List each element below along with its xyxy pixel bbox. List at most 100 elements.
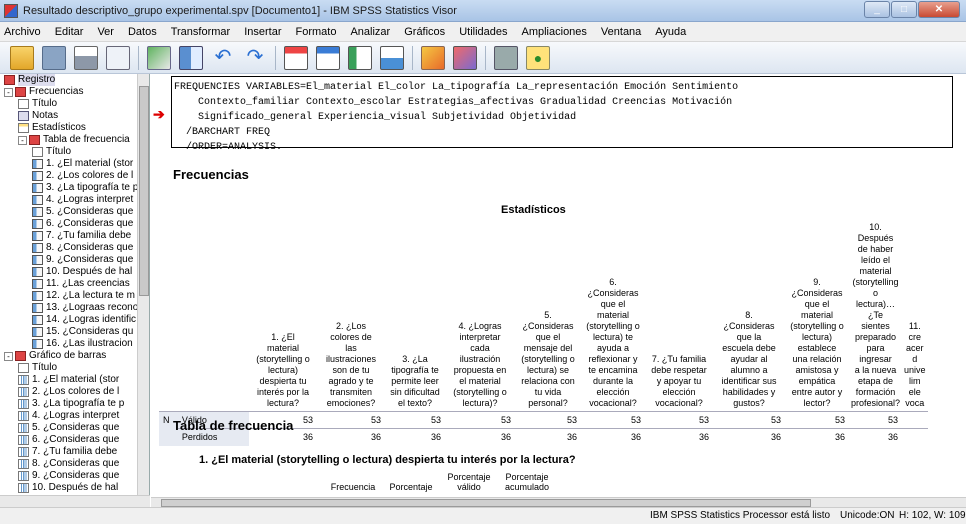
table-cell: 36 [645, 428, 713, 446]
collapse-toggle-icon[interactable]: - [4, 351, 13, 361]
print-icon[interactable] [74, 45, 98, 70]
designate-window-icon[interactable]: ● [526, 45, 550, 70]
outline-item[interactable]: 5. ¿Consideras que [18, 422, 119, 434]
outline-item-label: 6. ¿Consideras que [32, 434, 120, 445]
outline-item[interactable]: 4. ¿Logras interpret [18, 410, 119, 422]
table-cell [902, 411, 928, 429]
redo-icon[interactable]: ↷ [243, 46, 267, 70]
frequency-table-icon [32, 207, 43, 217]
toolbar-separator [138, 45, 139, 70]
outline-item[interactable]: 2. ¿Los colores de l [32, 170, 133, 182]
menu-archivo[interactable]: Archivo [4, 26, 41, 38]
outline-item-label: 14. ¿Logras identific [46, 314, 137, 325]
outline-item[interactable]: 14. ¿Logras identific [32, 314, 136, 326]
outline-item[interactable]: Título [18, 98, 57, 110]
outline-item[interactable]: 11. ¿Las creencias [32, 278, 130, 290]
menu-formato[interactable]: Formato [296, 26, 337, 38]
split-file-icon[interactable] [348, 45, 372, 70]
menu-datos[interactable]: Datos [128, 26, 157, 38]
frequency-table-icon [32, 171, 43, 181]
open-folder-icon[interactable] [10, 45, 34, 70]
statistics-table[interactable]: 1. ¿El material (storytelling o lectura)… [159, 222, 928, 446]
title-icon [18, 363, 29, 373]
undo-icon[interactable]: ↶ [211, 46, 235, 70]
outline-item[interactable]: 10. Después de hal [18, 482, 118, 494]
outline-item[interactable]: 3. ¿La tipografía te p [32, 182, 138, 194]
minimize-button[interactable]: _ [864, 1, 890, 18]
outline-item[interactable]: Notas [18, 110, 58, 122]
goto-data-icon[interactable] [179, 45, 203, 70]
collapse-toggle-icon[interactable]: - [4, 87, 13, 97]
outline-item[interactable]: 8. ¿Consideras que [18, 458, 119, 470]
bar-chart-icon [18, 483, 29, 493]
outline-item[interactable]: - Tabla de frecuencia [18, 134, 130, 146]
select-cases-icon[interactable] [380, 45, 404, 70]
outline-item[interactable]: 9. ¿Consideras que [32, 254, 133, 266]
menu-ampliaciones[interactable]: Ampliaciones [522, 26, 587, 38]
outline-vertical-scrollbar[interactable] [137, 74, 149, 495]
outline-item[interactable]: 3. ¿La tipografía te p [18, 398, 124, 410]
outline-pane: Registro - Frecuencias Título Notas Estadísti… [0, 74, 150, 507]
dimensions-status: H: 102, W: 1097 p [899, 510, 966, 521]
outline-item[interactable]: 2. ¿Los colores de l [18, 386, 119, 398]
outline-item[interactable]: 7. ¿Tu familia debe [18, 446, 117, 458]
syntax-log-box[interactable]: FREQUENCIES VARIABLES=El_material El_col… [171, 76, 953, 153]
save-icon[interactable] [42, 45, 66, 70]
menu-ayuda[interactable]: Ayuda [655, 26, 686, 38]
menu-insertar[interactable]: Insertar [244, 26, 281, 38]
variables-icon[interactable] [316, 45, 340, 70]
scrollbar-thumb[interactable] [161, 499, 811, 507]
menu-ver[interactable]: Ver [97, 26, 114, 38]
maximize-button[interactable]: □ [891, 1, 917, 18]
outline-item[interactable]: 8. ¿Consideras que [32, 242, 133, 254]
toolbar: ↶ ↷ ● [0, 42, 966, 74]
show-all-icon[interactable] [453, 45, 477, 70]
outline-item[interactable]: 7. ¿Tu familia debe [32, 230, 131, 242]
menu-ventana[interactable]: Ventana [601, 26, 641, 38]
menu-graficos[interactable]: Gráficos [404, 26, 445, 38]
outline-item[interactable]: 13. ¿Lograas recono [32, 302, 138, 314]
outline-item[interactable]: 16. ¿Las ilustracion [32, 338, 133, 350]
syntax-line: FREQUENCIES VARIABLES=El_material El_col… [174, 82, 739, 93]
outline-item[interactable]: 6. ¿Consideras que [18, 434, 119, 446]
menu-transformar[interactable]: Transformar [171, 26, 231, 38]
outline-item-label: 4. ¿Logras interpret [46, 194, 134, 205]
menu-analizar[interactable]: Analizar [350, 26, 390, 38]
output-horizontal-scrollbar[interactable] [151, 497, 966, 507]
collapse-toggle-icon[interactable]: - [18, 135, 27, 145]
outline-item[interactable]: Estadísticos [18, 122, 86, 134]
goto-case-icon[interactable] [284, 45, 308, 70]
print-preview-icon[interactable] [106, 45, 130, 70]
outline-item[interactable]: - Frecuencias [4, 86, 83, 98]
outline-item[interactable]: 9. ¿Consideras que [18, 470, 119, 482]
pivot-icon[interactable] [421, 45, 445, 70]
menu-utilidades[interactable]: Utilidades [459, 26, 507, 38]
syntax-line: /ORDER=ANALYSIS. [174, 142, 283, 153]
outline-item[interactable]: Registro [4, 74, 56, 86]
frequency-table-icon [32, 267, 43, 277]
outline-item[interactable]: 1. ¿El material (stor [32, 158, 133, 170]
designate-window-icon[interactable] [494, 45, 518, 70]
outline-item[interactable]: 12. ¿La lectura te m [32, 290, 135, 302]
frequency-column-header: Frecuencia [330, 482, 376, 492]
close-button[interactable]: ✕ [918, 1, 960, 18]
outline-horizontal-scrollbar[interactable] [0, 495, 150, 507]
column-header: 7. ¿Tu familia debe respetar y apoyar tu… [651, 354, 707, 408]
table-cell: 36 [785, 428, 849, 446]
outline-item-label: 8. ¿Consideras que [46, 242, 134, 253]
outline-item[interactable]: 6. ¿Consideras que [32, 218, 133, 230]
outline-item[interactable]: 15. ¿Consideras qu [32, 326, 133, 338]
outline-item[interactable]: - Gráfico de barras [4, 350, 106, 362]
scrollbar-thumb[interactable] [139, 86, 149, 296]
outline-item[interactable]: Título [18, 362, 57, 374]
outline-item[interactable]: 4. ¿Logras interpret [32, 194, 133, 206]
outline-item[interactable]: Título [32, 146, 71, 158]
export-icon[interactable] [147, 45, 171, 70]
outline-item-label: 2. ¿Los colores de l [32, 386, 120, 397]
outline-item[interactable]: 1. ¿El material (stor [18, 374, 119, 386]
menu-editar[interactable]: Editar [55, 26, 84, 38]
outline-item[interactable]: 5. ¿Consideras que [32, 206, 133, 218]
outline-item-label: 12. ¿La lectura te m [46, 290, 135, 301]
outline-item[interactable]: 10. Después de hal [32, 266, 132, 278]
output-pane: ➔ FREQUENCIES VARIABLES=El_material El_c… [151, 74, 966, 507]
